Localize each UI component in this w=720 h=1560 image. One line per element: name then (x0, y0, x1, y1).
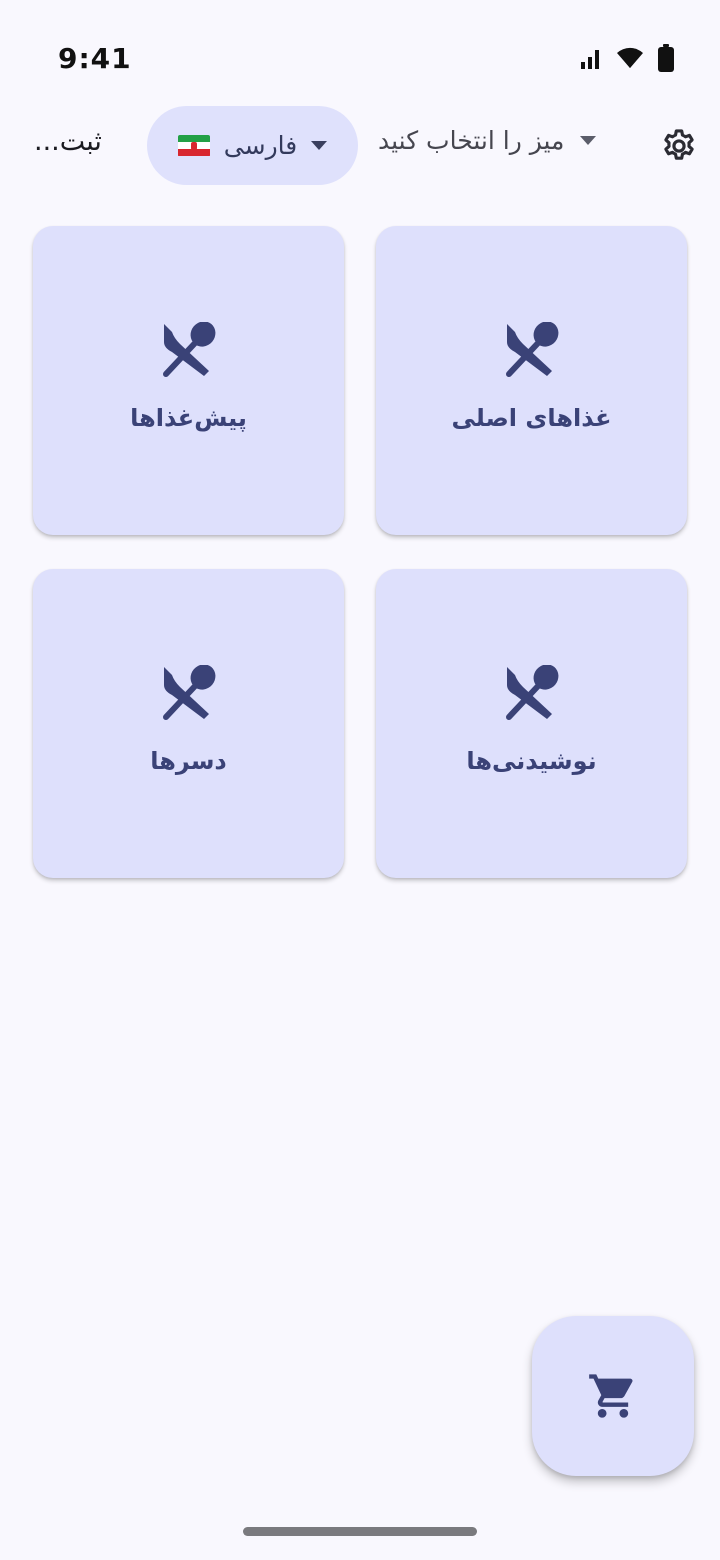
cart-icon (589, 1374, 633, 1418)
iran-flag-icon (177, 134, 210, 157)
cart-button[interactable] (532, 1316, 694, 1476)
category-card-main-dishes[interactable]: غذاهای اصلی (376, 226, 687, 535)
silverware-icon (506, 322, 559, 377)
home-indicator[interactable] (243, 1527, 477, 1536)
category-label: نوشیدنی‌ها (466, 747, 597, 775)
status-icons (580, 44, 674, 72)
silverware-icon (163, 665, 216, 720)
category-label: غذاهای اصلی (451, 404, 612, 432)
silverware-icon (163, 322, 216, 377)
top-app-bar: ثبت... فارسی میز را انتخاب کنید (0, 106, 720, 186)
status-time: 9:41 (58, 42, 132, 75)
status-bar: 9:41 (0, 0, 720, 120)
table-select-label: میز را انتخاب کنید (378, 126, 565, 155)
table-select-dropdown[interactable]: میز را انتخاب کنید (378, 126, 597, 155)
category-label: پیش‌غذاها (130, 404, 247, 432)
submit-order-button[interactable]: ثبت... (34, 126, 102, 157)
language-selector[interactable]: فارسی (147, 106, 358, 185)
chevron-down-icon (580, 136, 597, 145)
language-label: فارسی (223, 131, 298, 160)
category-card-drinks[interactable]: نوشیدنی‌ها (376, 569, 687, 878)
silverware-icon (506, 665, 559, 720)
signal-icon (581, 50, 599, 69)
gear-icon[interactable] (660, 126, 698, 166)
chevron-down-icon (311, 141, 328, 150)
category-card-appetizers[interactable]: پیش‌غذاها (33, 226, 344, 535)
battery-icon (658, 44, 674, 72)
category-label: دسرها (150, 747, 227, 775)
wifi-icon (617, 47, 643, 68)
category-card-desserts[interactable]: دسرها (33, 569, 344, 878)
